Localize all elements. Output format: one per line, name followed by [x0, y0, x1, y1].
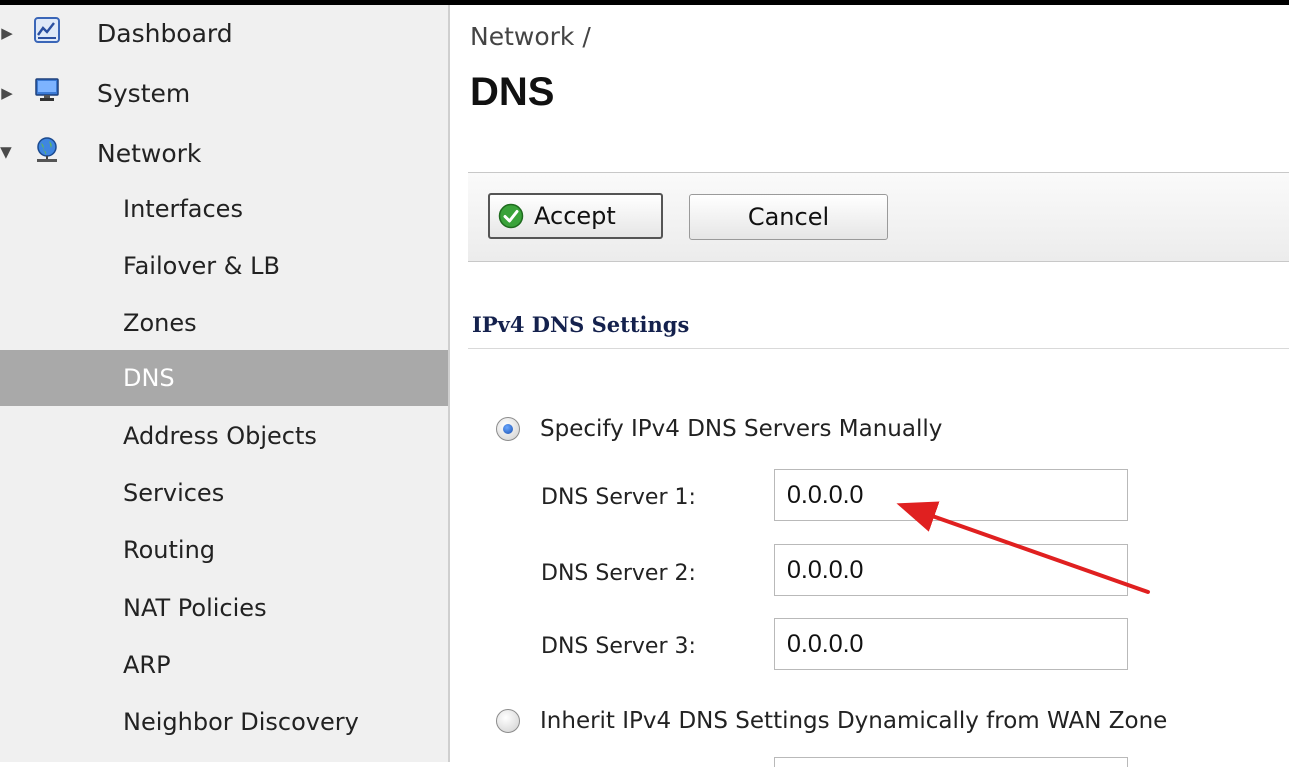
check-icon	[498, 203, 524, 229]
manual-dns-label: Specify IPv4 DNS Servers Manually	[540, 416, 943, 442]
sidebar-item-label: Failover & LB	[123, 252, 280, 280]
dns-server-1-input[interactable]	[774, 469, 1128, 521]
page-title: DNS	[470, 70, 555, 114]
sidebar-item-label: Address Objects	[123, 422, 317, 450]
sidebar-item-label: ARP	[123, 651, 171, 679]
sidebar-item-dns[interactable]: DNS	[0, 350, 448, 406]
sidebar-item-neighbor-discovery[interactable]: Neighbor Discovery	[0, 694, 448, 750]
sidebar-item-services[interactable]: Services	[0, 465, 448, 521]
sidebar-item-arp[interactable]: ARP	[0, 637, 448, 693]
inherit-dns-option[interactable]: Inherit IPv4 DNS Settings Dynamically fr…	[496, 708, 1167, 734]
sidebar-item-routing[interactable]: Routing	[0, 522, 448, 578]
section-title: IPv4 DNS Settings	[472, 312, 690, 337]
sidebar-item-label: Network	[97, 138, 202, 168]
dns-server-1-label: DNS Server 1:	[541, 485, 696, 510]
sidebar-item-label: Services	[123, 479, 225, 507]
globe-network-icon	[37, 137, 57, 162]
sidebar-item-label: Dashboard	[97, 18, 233, 48]
sidebar-item-label: DNS	[123, 364, 175, 392]
computer-monitor-icon	[35, 78, 59, 101]
sidebar-item-nat-policies[interactable]: NAT Policies	[0, 580, 448, 636]
manual-dns-option[interactable]: Specify IPv4 DNS Servers Manually	[496, 416, 942, 442]
inherit-dns-radio[interactable]	[496, 709, 520, 733]
dns-server-2-input[interactable]	[774, 544, 1128, 596]
sidebar-item-failover-lb[interactable]: Failover & LB	[0, 238, 448, 294]
sidebar-item-interfaces[interactable]: Interfaces	[0, 181, 448, 237]
dns-server-3-input[interactable]	[774, 618, 1128, 670]
accept-button[interactable]: Accept	[488, 193, 663, 239]
accept-button-label: Accept	[534, 202, 616, 230]
manual-dns-radio[interactable]	[496, 417, 520, 441]
cancel-button[interactable]: Cancel	[689, 194, 888, 240]
expand-arrow-icon[interactable]: ▶	[0, 84, 14, 102]
sidebar: ▶ Dashboard ▶ System ▶ Network Int	[0, 5, 450, 762]
sidebar-item-zones[interactable]: Zones	[0, 295, 448, 351]
sidebar-item-label: System	[97, 78, 191, 108]
collapse-arrow-icon[interactable]: ▶	[0, 146, 16, 160]
dns-server-3-label: DNS Server 3:	[541, 634, 696, 659]
sidebar-item-dashboard[interactable]: ▶ Dashboard	[0, 5, 448, 61]
sidebar-item-label: Interfaces	[123, 195, 243, 223]
section-divider	[468, 348, 1289, 349]
sidebar-item-label: Neighbor Discovery	[123, 708, 359, 736]
partial-field	[774, 757, 1128, 767]
toolbar: Accept Cancel	[468, 172, 1289, 262]
inherit-dns-label: Inherit IPv4 DNS Settings Dynamically fr…	[540, 708, 1168, 734]
dashboard-chart-icon	[34, 17, 60, 43]
sidebar-item-label: Zones	[123, 309, 197, 337]
expand-arrow-icon[interactable]: ▶	[0, 24, 14, 42]
sidebar-item-label: Routing	[123, 536, 216, 564]
breadcrumb[interactable]: Network /	[470, 22, 591, 51]
cancel-button-label: Cancel	[747, 203, 830, 231]
sidebar-item-system[interactable]: ▶ System	[0, 65, 448, 121]
dns-server-2-label: DNS Server 2:	[541, 561, 696, 586]
sidebar-item-label: NAT Policies	[123, 594, 267, 622]
sidebar-item-network[interactable]: ▶ Network	[0, 125, 448, 181]
sidebar-item-address-objects[interactable]: Address Objects	[0, 408, 448, 464]
